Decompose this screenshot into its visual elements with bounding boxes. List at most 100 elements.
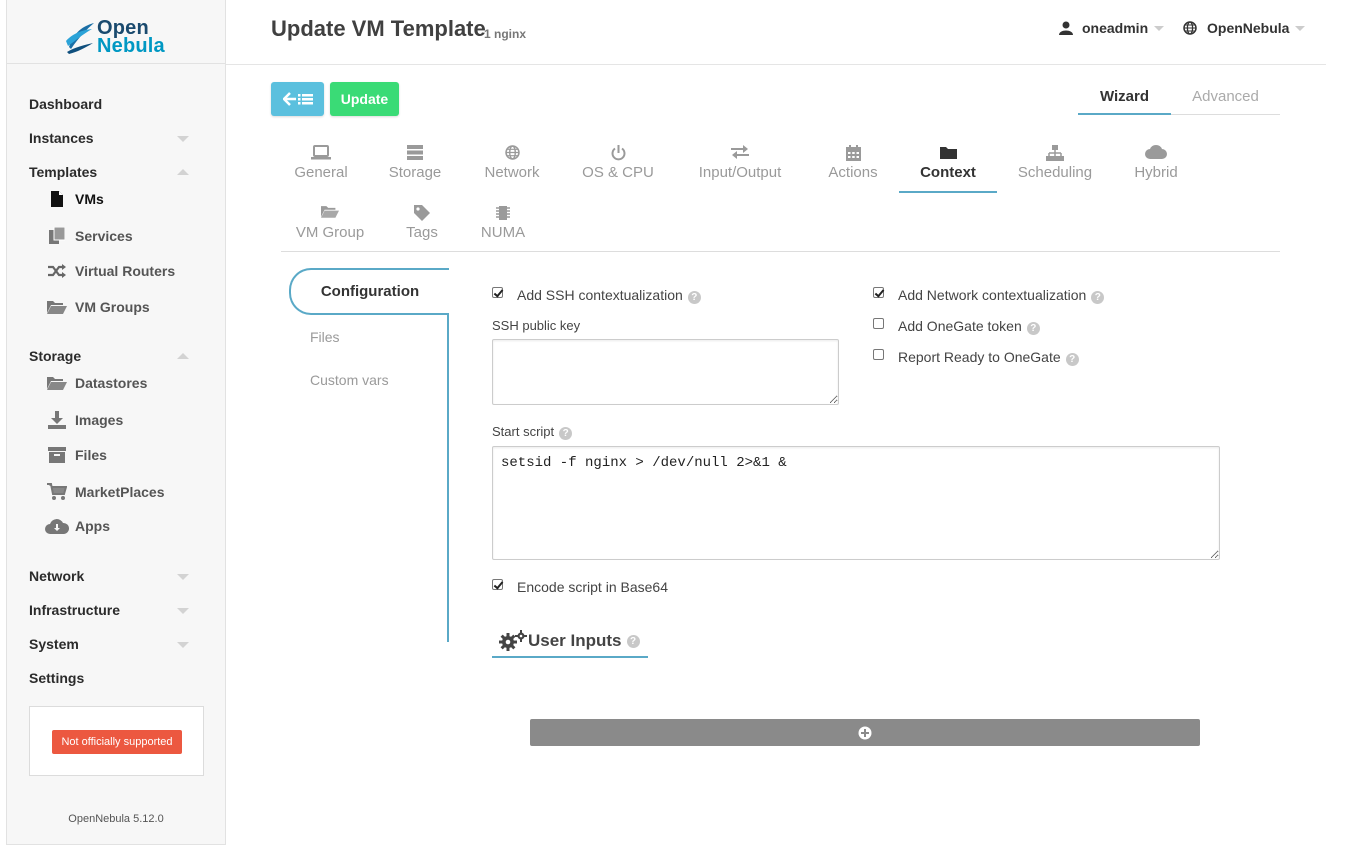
tab-label: Scheduling — [1017, 164, 1093, 181]
sidebar-item-dashboard[interactable]: Dashboard — [29, 96, 102, 112]
user-menu[interactable]: oneadmin — [1059, 20, 1165, 36]
tab-label: Storage — [388, 164, 442, 181]
sidebar-item-apps[interactable]: Apps — [45, 518, 110, 534]
sidebar-item-files[interactable]: Files — [45, 447, 107, 463]
sidebar-item-vms[interactable]: VMs — [45, 191, 104, 207]
help-icon[interactable]: ? — [1026, 322, 1040, 335]
chevron-down-icon — [1154, 25, 1165, 31]
back-to-list-button[interactable] — [271, 82, 324, 116]
sitemap-icon — [1007, 145, 1103, 163]
tab-scheduling[interactable]: Scheduling — [1007, 145, 1103, 181]
tab-label: General — [294, 164, 348, 181]
report-ready-checkbox[interactable] — [873, 349, 884, 360]
sidebar-item-templates[interactable]: Templates — [29, 164, 97, 180]
tab-vm-group[interactable]: VM Group — [282, 205, 378, 241]
sidebar-item-label: Services — [75, 227, 133, 244]
sidebar-item-storage[interactable]: Storage — [29, 348, 81, 364]
encode-base64-checkbox[interactable] — [492, 579, 503, 590]
tab-custom-vars[interactable]: Custom vars — [310, 372, 389, 388]
add-user-input-button[interactable] — [530, 719, 1200, 746]
download-icon — [45, 411, 69, 429]
start-script-label: Start script? — [492, 424, 573, 440]
page-header: Update VM Template 1 nginx oneadmin Open… — [226, 0, 1326, 65]
sidebar-item-infrastructure[interactable]: Infrastructure — [29, 602, 120, 618]
opennebula-logo[interactable]: Open Nebula — [65, 16, 185, 60]
update-button[interactable]: Update — [330, 82, 399, 116]
sidebar-item-datastores[interactable]: Datastores — [45, 375, 147, 391]
version-label: OpenNebula 5.12.0 — [68, 813, 164, 825]
sidebar-item-marketplaces[interactable]: MarketPlaces — [45, 483, 165, 501]
sidebar-item-label: Virtual Routers — [75, 263, 176, 279]
sidebar-item-services[interactable]: Services — [45, 227, 133, 244]
help-icon[interactable]: ? — [687, 291, 701, 304]
add-network-label: Add Network contextualization? — [898, 287, 1105, 304]
tabs-divider — [281, 251, 1280, 252]
plus-circle-icon — [858, 726, 872, 739]
tab-advanced[interactable]: Advanced — [1171, 83, 1280, 110]
tab-files[interactable]: Files — [310, 329, 340, 345]
folder-open-icon — [282, 205, 378, 223]
sidebar-item-vm-groups[interactable]: VM Groups — [45, 299, 150, 315]
tab-hybrid[interactable]: Hybrid — [1108, 145, 1204, 181]
zone-menu[interactable]: OpenNebula — [1183, 20, 1306, 36]
sidebar-item-network[interactable]: Network — [29, 568, 84, 584]
chevron-down-icon — [1295, 25, 1306, 31]
ssh-key-textarea[interactable] — [492, 339, 839, 405]
encode-base64-label: Encode script in Base64 — [517, 579, 668, 595]
sidebar-item-virtual-routers[interactable]: Virtual Routers — [45, 263, 175, 279]
chevron-up-icon[interactable] — [177, 169, 189, 175]
help-icon[interactable]: ? — [559, 427, 573, 440]
sidebar-item-label: Apps — [75, 518, 110, 534]
sidebar-item-instances[interactable]: Instances — [29, 130, 94, 146]
help-icon[interactable]: ? — [1065, 353, 1079, 366]
tab-label: Hybrid — [1134, 164, 1178, 181]
report-ready-label: Report Ready to OneGate? — [898, 349, 1079, 366]
add-onegate-checkbox[interactable] — [873, 318, 884, 329]
help-icon[interactable]: ? — [1091, 291, 1105, 304]
add-ssh-label: Add SSH contextualization? — [517, 287, 701, 304]
tab-context[interactable]: Context — [900, 145, 996, 181]
chevron-up-icon[interactable] — [177, 353, 189, 359]
tab-label: OS & CPU — [582, 164, 654, 181]
help-icon[interactable]: ? — [626, 634, 640, 648]
tab-os-cpu[interactable]: OS & CPU — [570, 145, 666, 181]
status-badge: Not officially supported — [52, 730, 182, 754]
tab-label: Actions — [828, 164, 878, 181]
calendar-icon — [805, 145, 901, 163]
chevron-down-icon[interactable] — [177, 608, 189, 614]
chevron-down-icon[interactable] — [177, 574, 189, 580]
tab-general[interactable]: General — [273, 145, 369, 181]
tab-storage[interactable]: Storage — [367, 145, 463, 181]
tab-label: NUMA — [480, 224, 526, 241]
tab-configuration[interactable]: Configuration — [289, 268, 449, 315]
add-ssh-checkbox[interactable] — [492, 287, 503, 298]
tab-numa[interactable]: NUMA — [455, 205, 551, 241]
mode-tabs: Wizard Advanced — [1078, 83, 1280, 115]
cloud-icon — [1108, 145, 1204, 163]
chevron-down-icon[interactable] — [177, 642, 189, 648]
microchip-icon — [455, 205, 551, 223]
tab-label: Context — [920, 164, 976, 181]
tab-wizard[interactable]: Wizard — [1078, 83, 1171, 115]
sidebar-item-system[interactable]: System — [29, 636, 79, 652]
add-onegate-text: Add OneGate token — [898, 318, 1022, 334]
tab-input-output[interactable]: Input/Output — [692, 145, 788, 181]
files-icon — [45, 227, 69, 244]
logo-word-nebula: Nebula — [97, 35, 165, 57]
add-network-checkbox[interactable] — [873, 287, 884, 298]
globe-icon — [1183, 21, 1197, 35]
sidebar-item-label: VMs — [75, 191, 104, 207]
sidebar-item-label: Images — [75, 412, 124, 428]
chevron-down-icon[interactable] — [177, 136, 189, 142]
database-icon — [367, 145, 463, 163]
zone-name: OpenNebula — [1207, 20, 1290, 36]
sidebar: Open Nebula Dashboard Instances Template… — [6, 0, 226, 845]
start-script-textarea[interactable]: setsid -f nginx > /dev/null 2>&1 & — [492, 446, 1220, 560]
tab-actions[interactable]: Actions — [805, 145, 901, 181]
sidebar-item-images[interactable]: Images — [45, 411, 123, 429]
opennebula-logo-icon — [66, 23, 94, 54]
file-icon — [45, 191, 69, 207]
sidebar-item-settings[interactable]: Settings — [29, 670, 84, 686]
add-ssh-text: Add SSH contextualization — [517, 287, 683, 303]
tab-network[interactable]: Network — [464, 145, 560, 181]
